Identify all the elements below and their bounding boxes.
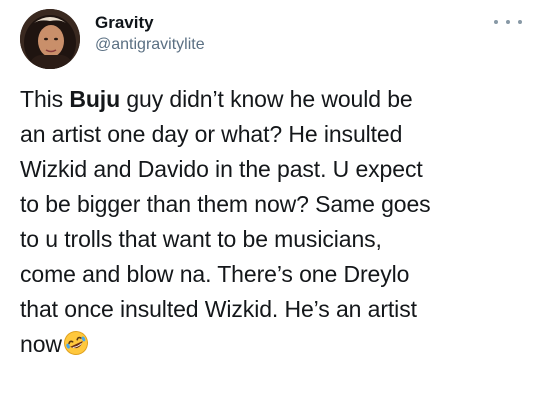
tweet-line: that once insulted Wizkid. He’s an artis… — [20, 296, 417, 322]
tweet-text-segment: This — [20, 86, 70, 112]
tweet-line: an artist one day or what? He insulted — [20, 121, 403, 147]
tweet-text-segment: now — [20, 331, 62, 357]
rolling-on-the-floor-laughing-emoji — [63, 330, 89, 366]
tweet-line: to u trolls that want to be musicians, — [20, 226, 382, 252]
tweet-line: come and blow na. There’s one Dreylo — [20, 261, 410, 287]
avatar-image — [20, 9, 80, 69]
user-handle[interactable]: @antigravitylite — [95, 34, 205, 55]
tweet-card: Gravity @antigravitylite This Buju guy d… — [0, 0, 536, 420]
more-dot — [518, 20, 522, 24]
more-dot — [494, 20, 498, 24]
tweet-line: now — [20, 327, 525, 366]
tweet-text-bold: Buju — [69, 86, 121, 112]
more-dot — [506, 20, 510, 24]
more-options-icon[interactable] — [494, 16, 522, 28]
avatar[interactable] — [20, 9, 80, 69]
tweet-line: to be bigger than them now? Same goes — [20, 191, 431, 217]
tweet-line: Wizkid and Davido in the past. U expect — [20, 156, 423, 182]
tweet-text-segment: guy didn’t know he would be — [120, 86, 413, 112]
tweet-line: This Buju guy didn’t know he would be — [20, 82, 525, 117]
author-block[interactable]: Gravity @antigravitylite — [95, 13, 205, 55]
tweet-text: This Buju guy didn’t know he would be an… — [20, 82, 525, 366]
display-name[interactable]: Gravity — [95, 13, 205, 33]
